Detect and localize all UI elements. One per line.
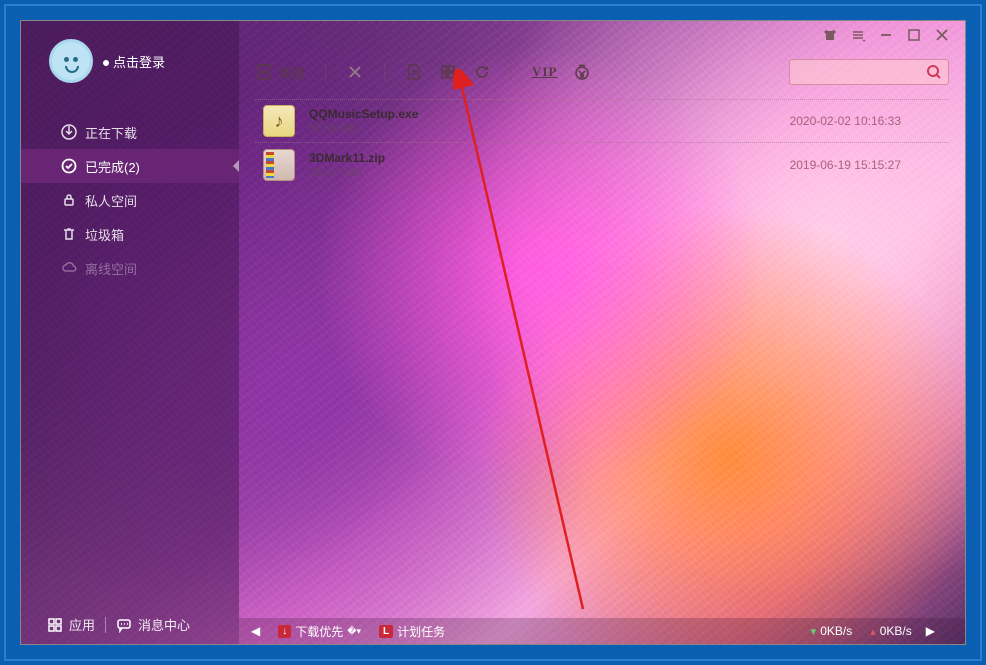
statusbar: ◀ ↓ 下载优先 �▾ L 计划任务 ▾ 0KB/s ▴ 0KB/s ▶ bbox=[239, 618, 965, 644]
refresh-icon bbox=[473, 63, 491, 81]
search-input[interactable] bbox=[789, 59, 949, 85]
new-button[interactable]: 新建 bbox=[255, 63, 305, 82]
sidebar-bottom: 应用 消息中心 bbox=[21, 615, 239, 634]
trash-icon bbox=[61, 226, 77, 242]
delete-icon bbox=[346, 63, 364, 81]
minimize-button[interactable] bbox=[879, 28, 893, 42]
vip-button[interactable]: VIP bbox=[532, 64, 557, 80]
chevron-down-icon: �▾ bbox=[347, 626, 361, 637]
file-size: 259.27 MB bbox=[309, 167, 385, 179]
delete-button[interactable] bbox=[346, 63, 364, 81]
apps-label: 应用 bbox=[69, 615, 95, 634]
check-circle-icon bbox=[61, 158, 77, 174]
download-speed: ▾ 0KB/s bbox=[811, 624, 853, 638]
file-list: ♪ QQMusicSetup.exe 52.58 MB 2020-02-02 1… bbox=[255, 99, 949, 187]
sidebar-item-label: 正在下载 bbox=[85, 123, 137, 142]
document-icon bbox=[405, 63, 423, 81]
chevron-left-icon: ◀ bbox=[251, 624, 260, 638]
exe-file-icon: ♪ bbox=[263, 105, 295, 137]
sidebar-item-label: 私人空间 bbox=[85, 191, 137, 210]
cloud-icon bbox=[61, 260, 77, 276]
new-label: 新建 bbox=[279, 63, 305, 82]
file-date: 2020-02-02 10:16:33 bbox=[790, 114, 941, 128]
priority-badge-icon: ↓ bbox=[278, 625, 291, 638]
toolbar: 新建 VIP bbox=[255, 55, 949, 89]
sidebar-item-offline[interactable]: 离线空间 bbox=[21, 251, 239, 285]
vip-label: VIP bbox=[532, 64, 557, 80]
chat-icon bbox=[116, 617, 132, 633]
refresh-button[interactable] bbox=[473, 63, 491, 81]
outer-frame: 点击登录 正在下载 已完成(2) 私人空间 垃圾箱 离线空间 bbox=[4, 4, 982, 661]
divider bbox=[105, 617, 106, 633]
titlebar bbox=[823, 21, 965, 49]
toolbar-separator bbox=[384, 63, 385, 81]
priority-label: 下载优先 bbox=[295, 623, 343, 640]
download-icon bbox=[61, 124, 77, 140]
open-folder-button[interactable] bbox=[405, 63, 423, 81]
zip-file-icon bbox=[263, 149, 295, 181]
apps-button[interactable]: 应用 bbox=[47, 615, 95, 634]
avatar bbox=[49, 39, 93, 83]
maximize-button[interactable] bbox=[907, 28, 921, 42]
grid-icon bbox=[439, 63, 457, 81]
search-icon bbox=[926, 64, 942, 80]
file-name: 3DMark11.zip bbox=[309, 151, 385, 165]
chevron-right-icon: ▶ bbox=[926, 624, 935, 638]
file-date: 2019-06-19 15:15:27 bbox=[790, 158, 941, 172]
login-block[interactable]: 点击登录 bbox=[21, 21, 239, 83]
up-speed-value: 0KB/s bbox=[880, 624, 912, 638]
grid-view-button[interactable] bbox=[439, 63, 457, 81]
app-window: 点击登录 正在下载 已完成(2) 私人空间 垃圾箱 离线空间 bbox=[20, 20, 966, 645]
sidebar-item-label: 垃圾箱 bbox=[85, 225, 124, 244]
grid-icon bbox=[47, 617, 63, 633]
down-speed-value: 0KB/s bbox=[820, 624, 852, 638]
tasks-badge-icon: L bbox=[379, 625, 393, 638]
coin-icon bbox=[573, 63, 591, 81]
file-row[interactable]: 3DMark11.zip 259.27 MB 2019-06-19 15:15:… bbox=[255, 143, 949, 187]
file-size: 52.58 MB bbox=[309, 123, 418, 135]
sidebar-item-downloading[interactable]: 正在下载 bbox=[21, 115, 239, 149]
sidebar-item-label: 已完成(2) bbox=[85, 157, 140, 176]
new-icon bbox=[255, 63, 273, 81]
close-button[interactable] bbox=[935, 28, 949, 42]
toolbar-separator bbox=[511, 63, 512, 81]
coin-button[interactable] bbox=[573, 63, 591, 81]
collapse-button[interactable]: ◀ bbox=[251, 624, 260, 638]
lock-icon bbox=[61, 192, 77, 208]
menu-dropdown-icon[interactable] bbox=[851, 28, 865, 42]
down-arrow-icon: ▾ bbox=[811, 625, 817, 638]
sidebar: 点击登录 正在下载 已完成(2) 私人空间 垃圾箱 离线空间 bbox=[21, 21, 239, 644]
nav: 正在下载 已完成(2) 私人空间 垃圾箱 离线空间 bbox=[21, 115, 239, 285]
login-label: 点击登录 bbox=[103, 52, 165, 71]
expand-button[interactable]: ▶ bbox=[926, 624, 935, 638]
sidebar-item-completed[interactable]: 已完成(2) bbox=[21, 149, 239, 183]
download-priority-button[interactable]: ↓ 下载优先 �▾ bbox=[278, 623, 361, 640]
tasks-label: 计划任务 bbox=[397, 623, 445, 640]
sidebar-item-label: 离线空间 bbox=[85, 259, 137, 278]
scheduled-tasks-button[interactable]: L 计划任务 bbox=[379, 623, 445, 640]
toolbar-separator bbox=[325, 63, 326, 81]
upload-speed: ▴ 0KB/s bbox=[870, 624, 912, 638]
skin-icon[interactable] bbox=[823, 28, 837, 42]
sidebar-item-private[interactable]: 私人空间 bbox=[21, 183, 239, 217]
sidebar-item-trash[interactable]: 垃圾箱 bbox=[21, 217, 239, 251]
messages-label: 消息中心 bbox=[138, 615, 190, 634]
up-arrow-icon: ▴ bbox=[870, 625, 876, 638]
main-area: 新建 VIP bbox=[239, 21, 965, 644]
file-name: QQMusicSetup.exe bbox=[309, 107, 418, 121]
messages-button[interactable]: 消息中心 bbox=[116, 615, 190, 634]
file-row[interactable]: ♪ QQMusicSetup.exe 52.58 MB 2020-02-02 1… bbox=[255, 99, 949, 143]
